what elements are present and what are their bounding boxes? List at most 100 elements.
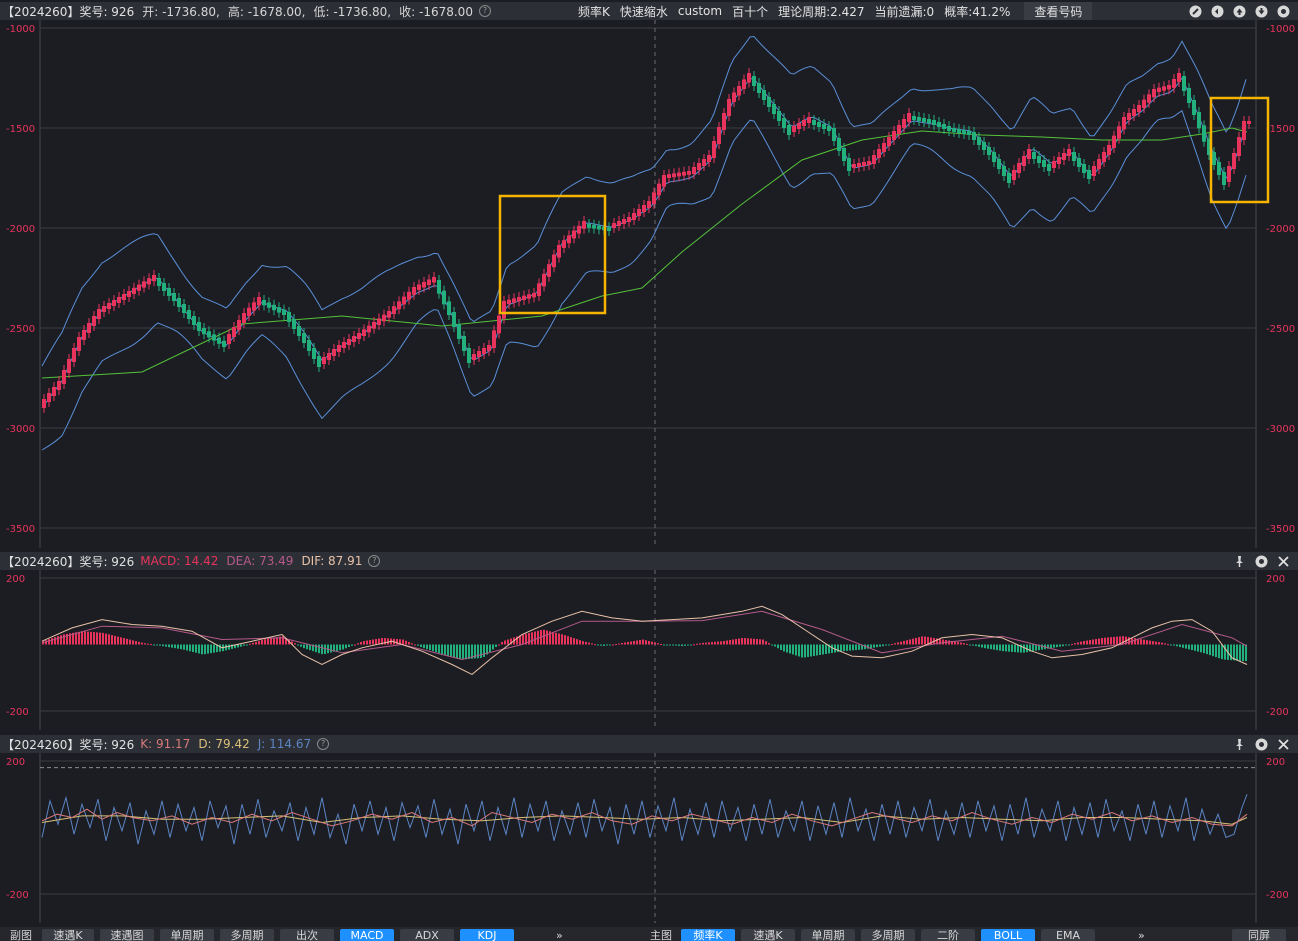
macd-histogram-bar [297, 644, 299, 646]
candle-down [177, 298, 181, 307]
candlestick-chart[interactable]: -1000 -1000 -1500 -1500 -2000 -2000 -2500 -2500… [0, 20, 1298, 548]
more-left-icon[interactable]: » [556, 929, 563, 941]
macd-histogram-bar [489, 644, 491, 652]
candle-down [162, 283, 166, 291]
main-chart-panel[interactable]: -1000 -1000 -1500 -1500 -2000 -2000 -2500 -2500… [0, 20, 1298, 548]
candle-down [217, 337, 221, 344]
tab-left-3[interactable]: 多周期 [220, 929, 274, 941]
macd-histogram-bar [990, 644, 992, 650]
pin-icon[interactable] [1232, 554, 1246, 568]
macd-histogram-bar [120, 637, 122, 645]
help-icon[interactable]: ? [478, 5, 491, 17]
candle-down [1077, 158, 1081, 167]
arrow-down-icon[interactable] [1254, 4, 1268, 18]
macd-histogram-bar [588, 642, 590, 645]
tab-left-4[interactable]: 出次 [280, 929, 334, 941]
macd-histogram-bar [414, 644, 416, 646]
candle-down [1082, 164, 1086, 173]
candle-down [307, 340, 311, 351]
macd-histogram-bar [1143, 639, 1145, 645]
y-tick-label-left: -200 [6, 890, 29, 901]
macd-histogram-bar [603, 644, 605, 646]
tab-left-0[interactable]: 速遇K [42, 929, 94, 941]
macd-histogram-bar [897, 642, 899, 645]
macd-histogram-bar [75, 632, 77, 645]
macd-histogram-bar [1101, 638, 1103, 645]
candle-up [662, 175, 666, 187]
macd-panel[interactable]: 200 200 -200 -200 [0, 570, 1298, 730]
candle-up [1117, 126, 1121, 139]
macd-histogram-bar [735, 639, 737, 645]
undo-icon[interactable] [1210, 4, 1224, 18]
bottom-tab-bar: 副图 速遇K 速遇图 单周期 多周期 出次 MACD ADX KDJ » 主图 … [0, 927, 1298, 941]
macd-histogram-bar [870, 644, 872, 649]
candle-down [172, 293, 176, 301]
macd-histogram-bar [501, 642, 503, 645]
candle-down [947, 126, 951, 131]
candle-up [357, 333, 361, 339]
candle-up [1097, 159, 1101, 169]
macd-histogram-bar [93, 632, 95, 645]
macd-histogram-bar [1062, 644, 1064, 647]
candle-down [1192, 100, 1196, 115]
candle-down [832, 128, 836, 141]
pin-icon[interactable] [1232, 737, 1246, 751]
candle-up [537, 283, 541, 296]
tab-boll[interactable]: BOLL [981, 929, 1035, 941]
macd-histogram-bar [438, 644, 440, 654]
view-numbers-button[interactable]: 查看号码 [1024, 1, 1093, 21]
candle-up [652, 192, 656, 204]
tab-right-6[interactable]: EMA [1041, 929, 1095, 941]
kdj-panel[interactable]: 200 200 -200 -200 [0, 753, 1298, 923]
tab-left-6[interactable]: ADX [400, 929, 454, 941]
macd-histogram-bar [219, 644, 221, 652]
macd-histogram-bar [1050, 644, 1052, 649]
candle-up [57, 381, 61, 390]
macd-chart[interactable]: 200 200 -200 -200 [0, 570, 1298, 730]
tab-freq-k[interactable]: 频率K [681, 929, 735, 941]
candle-up [802, 120, 806, 126]
split-screen-button[interactable]: 同屏 [1232, 929, 1286, 941]
menu-item-digits[interactable]: 百十个 [732, 3, 768, 20]
macd-histogram-bar [1107, 637, 1109, 645]
tab-right-3[interactable]: 多周期 [861, 929, 915, 941]
close-icon[interactable] [1276, 554, 1290, 568]
macd-histogram-bar [348, 644, 350, 647]
candle-up [1157, 87, 1161, 92]
candle-up [682, 171, 686, 176]
macd-histogram-bar [108, 634, 110, 645]
main-chart-header: 【2024260】奖号: 926 开: -1736.80, 高: -1678.0… [0, 1, 1298, 21]
macd-histogram-bar [765, 641, 767, 645]
tab-right-1[interactable]: 速遇K [741, 929, 795, 941]
macd-histogram-bar [624, 642, 626, 645]
help-icon[interactable]: ? [368, 555, 381, 567]
edit-icon[interactable] [1188, 4, 1202, 18]
menu-item-custom[interactable]: custom [678, 4, 722, 18]
macd-histogram-bar [858, 644, 860, 650]
tab-macd[interactable]: MACD [340, 929, 394, 941]
tab-right-4[interactable]: 二阶 [921, 929, 975, 941]
menu-item-freq-k[interactable]: 频率K [578, 3, 610, 20]
settings-icon[interactable] [1254, 737, 1268, 751]
arrow-up-icon[interactable] [1232, 4, 1246, 18]
tab-right-2[interactable]: 单周期 [801, 929, 855, 941]
kdj-header: 【2024260】奖号: 926 K: 91.17 D: 79.42 J: 11… [0, 735, 1298, 753]
tab-left-2[interactable]: 单周期 [160, 929, 214, 941]
macd-title: 【2024260】奖号: 926 [2, 554, 135, 569]
macd-histogram-bar [693, 644, 695, 646]
candle-up [1112, 135, 1116, 148]
candle-up [92, 316, 96, 326]
menu-item-fast-filter[interactable]: 快速缩水 [620, 3, 668, 20]
y-tick-label-right: -200 [1266, 890, 1289, 901]
kdj-chart[interactable]: 200 200 -200 -200 [0, 753, 1298, 923]
macd-histogram-bar [999, 644, 1001, 651]
settings-icon[interactable] [1276, 4, 1290, 18]
close-icon[interactable] [1276, 737, 1290, 751]
tab-left-1[interactable]: 速遇图 [100, 929, 154, 941]
main-toolbar [1188, 2, 1290, 20]
more-right-icon[interactable]: » [1138, 929, 1145, 941]
help-icon[interactable]: ? [317, 738, 330, 750]
tab-kdj[interactable]: KDJ [460, 929, 514, 941]
candle-up [857, 163, 861, 167]
settings-icon[interactable] [1254, 554, 1268, 568]
